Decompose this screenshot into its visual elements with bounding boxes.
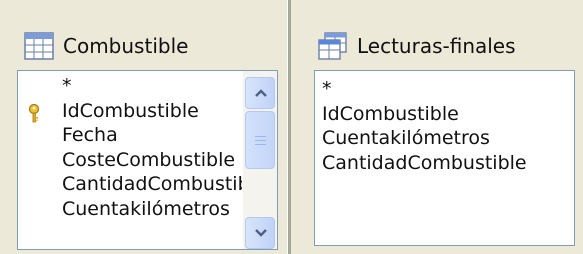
field-item[interactable]: IdCombustible bbox=[315, 102, 574, 127]
table-title: Combustible bbox=[63, 34, 189, 58]
field-label: Cuentakilómetros bbox=[322, 127, 490, 149]
query-title-bar[interactable]: Lecturas-finales bbox=[318, 28, 516, 64]
lecturas-finales-query-panel: Lecturas-finales * IdCombustible Cuentak… bbox=[290, 0, 583, 254]
chevron-down-icon bbox=[255, 229, 267, 237]
table-icon bbox=[24, 32, 54, 60]
combustible-table-panel: Combustible * IdCombustible Fecha CosteC… bbox=[0, 0, 287, 254]
field-label: IdCombustible bbox=[322, 102, 459, 125]
field-list[interactable]: * IdCombustible Fecha CosteCombustible C… bbox=[17, 70, 278, 250]
field-item[interactable]: CantidadCombustible bbox=[315, 151, 574, 176]
scroll-down-button[interactable] bbox=[245, 217, 275, 249]
table-title-bar[interactable]: Combustible bbox=[24, 28, 188, 64]
query-icon bbox=[318, 32, 348, 60]
field-label: * bbox=[62, 75, 72, 97]
field-label: Cuentakilómetros bbox=[62, 197, 230, 220]
field-item[interactable]: Fecha bbox=[18, 123, 242, 148]
field-label: IdCombustible bbox=[62, 99, 199, 122]
field-item[interactable]: * bbox=[315, 77, 574, 102]
scroll-thumb[interactable] bbox=[245, 111, 275, 169]
field-item[interactable]: CantidadCombustible bbox=[18, 172, 242, 197]
field-item[interactable]: Cuentakilómetros bbox=[18, 197, 242, 222]
field-list[interactable]: * IdCombustible Cuentakilómetros Cantida… bbox=[314, 70, 575, 246]
field-label: Fecha bbox=[62, 124, 118, 146]
vertical-scrollbar[interactable] bbox=[243, 71, 277, 249]
field-item-primary-key[interactable]: IdCombustible bbox=[18, 99, 242, 124]
field-item[interactable]: Cuentakilómetros bbox=[315, 126, 574, 151]
field-label: CantidadCombustible bbox=[322, 151, 527, 174]
field-item[interactable]: CosteCombustible bbox=[18, 148, 242, 173]
query-title: Lecturas-finales bbox=[357, 34, 516, 58]
field-label: CantidadCombustible bbox=[62, 173, 242, 195]
field-item[interactable]: * bbox=[18, 74, 242, 99]
primary-key-icon bbox=[24, 103, 44, 123]
chevron-up-icon bbox=[255, 89, 267, 97]
field-label: CosteCombustible bbox=[62, 148, 236, 171]
scroll-up-button[interactable] bbox=[245, 77, 275, 109]
field-label: * bbox=[322, 78, 332, 100]
